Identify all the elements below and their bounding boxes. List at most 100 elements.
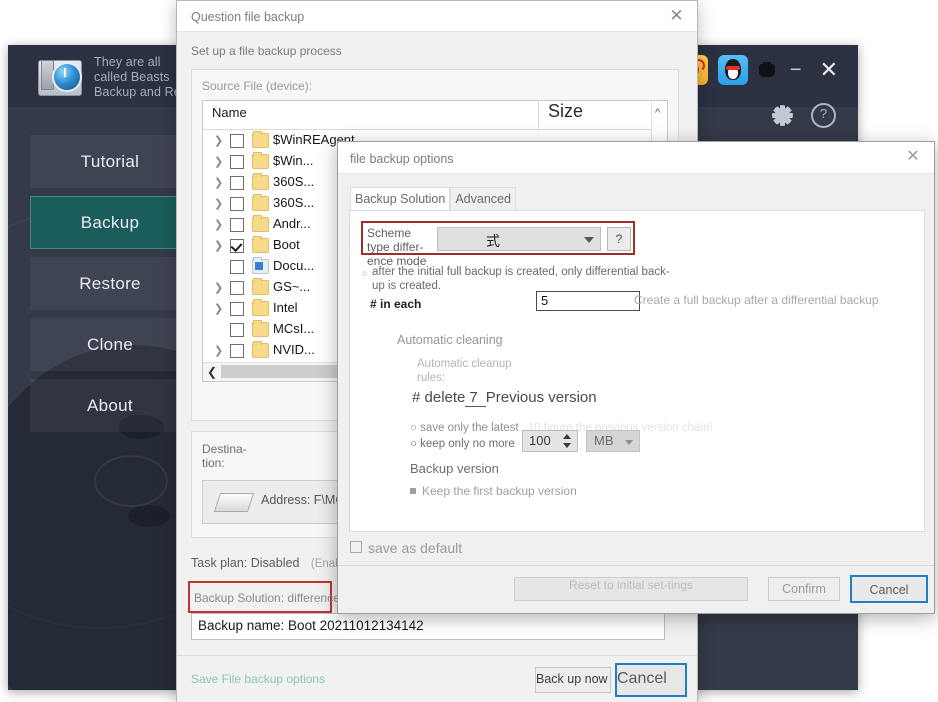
backup-name-field[interactable]: Backup name: Boot 20211012134142 [191, 613, 665, 640]
file-name: 360S... [273, 195, 315, 210]
scroll-left-icon[interactable]: ❮ [207, 365, 217, 379]
chevron-down-icon[interactable] [584, 237, 594, 243]
column-header-size: Size [548, 101, 584, 121]
keep-size-stepper[interactable]: 100 [522, 430, 578, 452]
tab-advanced[interactable]: Advanced [450, 187, 516, 211]
document-icon [252, 257, 269, 274]
screen: They are all called Beasts Backup and Re… [0, 0, 938, 702]
sidebar-item-about[interactable]: About [30, 379, 190, 432]
gear-icon[interactable] [772, 105, 793, 126]
window-controls: − ✕ [677, 55, 842, 85]
backup-solution-row[interactable]: Backup Solution: difference [188, 581, 340, 613]
sidebar-item-backup[interactable]: Backup [30, 196, 190, 249]
back-up-now-button[interactable]: Back up now [535, 667, 611, 693]
task-plan-label: Task plan: Disabled [191, 556, 300, 570]
keep-size-value: 100 [529, 433, 551, 448]
row-checkbox[interactable] [230, 344, 244, 358]
row-checkbox[interactable] [230, 134, 244, 148]
row-checkbox[interactable] [230, 218, 244, 232]
folder-icon [252, 299, 269, 316]
sidebar-item-clone[interactable]: Clone [30, 318, 190, 371]
tab-bar: Backup Solution Advanced [350, 187, 516, 211]
close-button[interactable]: ✕ [816, 59, 842, 81]
file-name: Andr... [273, 216, 311, 231]
in-each-value: 5 [541, 293, 549, 308]
dialog-subtitle: Set up a file backup process [191, 44, 342, 58]
stepper-up-icon[interactable] [563, 434, 571, 439]
cancel-button[interactable]: Cancel [615, 663, 687, 697]
tshirt-skin-icon[interactable] [758, 62, 776, 78]
keep-size-unit-select[interactable]: MB [586, 430, 640, 452]
column-header-name: Name [212, 105, 247, 120]
cancel-button[interactable]: Cancel [850, 575, 928, 603]
row-checkbox[interactable] [230, 260, 244, 274]
expand-chevron-icon[interactable]: ❯ [214, 176, 223, 189]
rule-keep-size-row[interactable]: ○ keep only no more [410, 438, 515, 450]
row-checkbox[interactable] [230, 323, 244, 337]
backup-solution-tab-panel: Scheme type differ- ence mode 式 ? ○ afte… [349, 210, 925, 532]
folder-icon [252, 320, 269, 337]
backup-name-label: Backup name: Boot 20211012134142 [198, 618, 424, 633]
row-checkbox[interactable] [230, 197, 244, 211]
close-icon[interactable]: ✕ [667, 7, 686, 26]
radio-icon[interactable]: ○ [410, 422, 417, 434]
tab-backup-solution[interactable]: Backup Solution [350, 187, 451, 211]
expand-chevron-icon[interactable]: ❯ [214, 281, 223, 294]
row-checkbox[interactable] [230, 155, 244, 169]
backup-version-heading: Backup version [410, 461, 499, 476]
file-name: 360S... [273, 174, 315, 189]
save-file-backup-options-link[interactable]: Save File backup options [191, 672, 325, 686]
expand-chevron-icon[interactable]: ❯ [214, 239, 223, 252]
file-name: MCsI... [273, 321, 315, 336]
qq-icon[interactable] [717, 55, 748, 85]
help-icon[interactable]: ? [811, 103, 836, 128]
scheme-type-select[interactable]: 式 [437, 227, 601, 251]
keep-first-version-row[interactable]: Keep the first backup version [410, 484, 577, 498]
close-icon[interactable]: ✕ [904, 148, 922, 166]
rule-delete-prefix: # delete [412, 389, 466, 406]
sidebar-item-restore[interactable]: Restore [30, 257, 190, 310]
rule-delete-value[interactable]: 7 [465, 389, 486, 407]
options-dialog-footer: Reset to initial set-tings Confirm Cance… [338, 565, 934, 613]
radio-icon[interactable]: ○ [410, 438, 417, 450]
stepper-down-icon[interactable] [563, 443, 571, 448]
confirm-button[interactable]: Confirm [768, 577, 840, 601]
reset-to-initial-settings-button[interactable]: Reset to initial set-tings [514, 577, 748, 601]
bullet-icon: ○ [362, 268, 368, 278]
folder-icon [252, 131, 269, 148]
scheme-type-highlight: Scheme type differ- ence mode 式 ? [361, 221, 635, 268]
row-checkbox[interactable] [230, 239, 244, 253]
scheme-type-label: Scheme type differ- ence mode [367, 226, 427, 268]
file-name: $Win... [273, 153, 314, 168]
expand-chevron-icon[interactable]: ❯ [214, 134, 223, 147]
expand-chevron-icon[interactable]: ❯ [214, 197, 223, 210]
dialog-footer: Save File backup options Back up now Can… [177, 655, 697, 702]
rule-delete-row[interactable]: # delete 7 Previous version [412, 389, 597, 407]
expand-chevron-icon[interactable]: ❯ [214, 218, 223, 231]
scheme-help-button[interactable]: ? [607, 227, 631, 251]
row-checkbox[interactable] [230, 281, 244, 295]
sidebar-item-tutorial[interactable]: Tutorial [30, 135, 190, 188]
sidebar-nav: Tutorial Backup Restore Clone About [30, 135, 190, 440]
checkbox-icon[interactable] [410, 488, 416, 494]
save-as-default-checkbox[interactable]: save as default [350, 540, 462, 556]
scheme-type-value: 式 [486, 233, 500, 249]
in-each-input[interactable]: 5 [536, 291, 640, 311]
file-backup-options-dialog: file backup options ✕ Backup Solution Adv… [337, 141, 935, 614]
file-name: Intel [273, 300, 298, 315]
chevron-down-icon[interactable] [625, 440, 633, 445]
expand-chevron-icon[interactable]: ❯ [214, 344, 223, 357]
row-checkbox[interactable] [230, 302, 244, 316]
save-as-default-label: save as default [368, 540, 463, 556]
expand-chevron-icon[interactable]: ❯ [214, 302, 223, 315]
row-checkbox[interactable] [230, 176, 244, 190]
minimize-button[interactable]: − [786, 60, 806, 80]
rule-delete-suffix: Previous version [485, 389, 597, 406]
cleanup-rules-label: Automatic cleanup rules: [417, 358, 512, 384]
keep-first-label: Keep the first backup version [422, 484, 577, 498]
file-name: NVID... [273, 342, 315, 357]
checkbox-icon[interactable] [350, 541, 362, 553]
destination-label: Destina- tion: [202, 442, 247, 470]
expand-chevron-icon[interactable]: ❯ [214, 155, 223, 168]
scroll-up-icon[interactable]: ^ [655, 107, 660, 119]
